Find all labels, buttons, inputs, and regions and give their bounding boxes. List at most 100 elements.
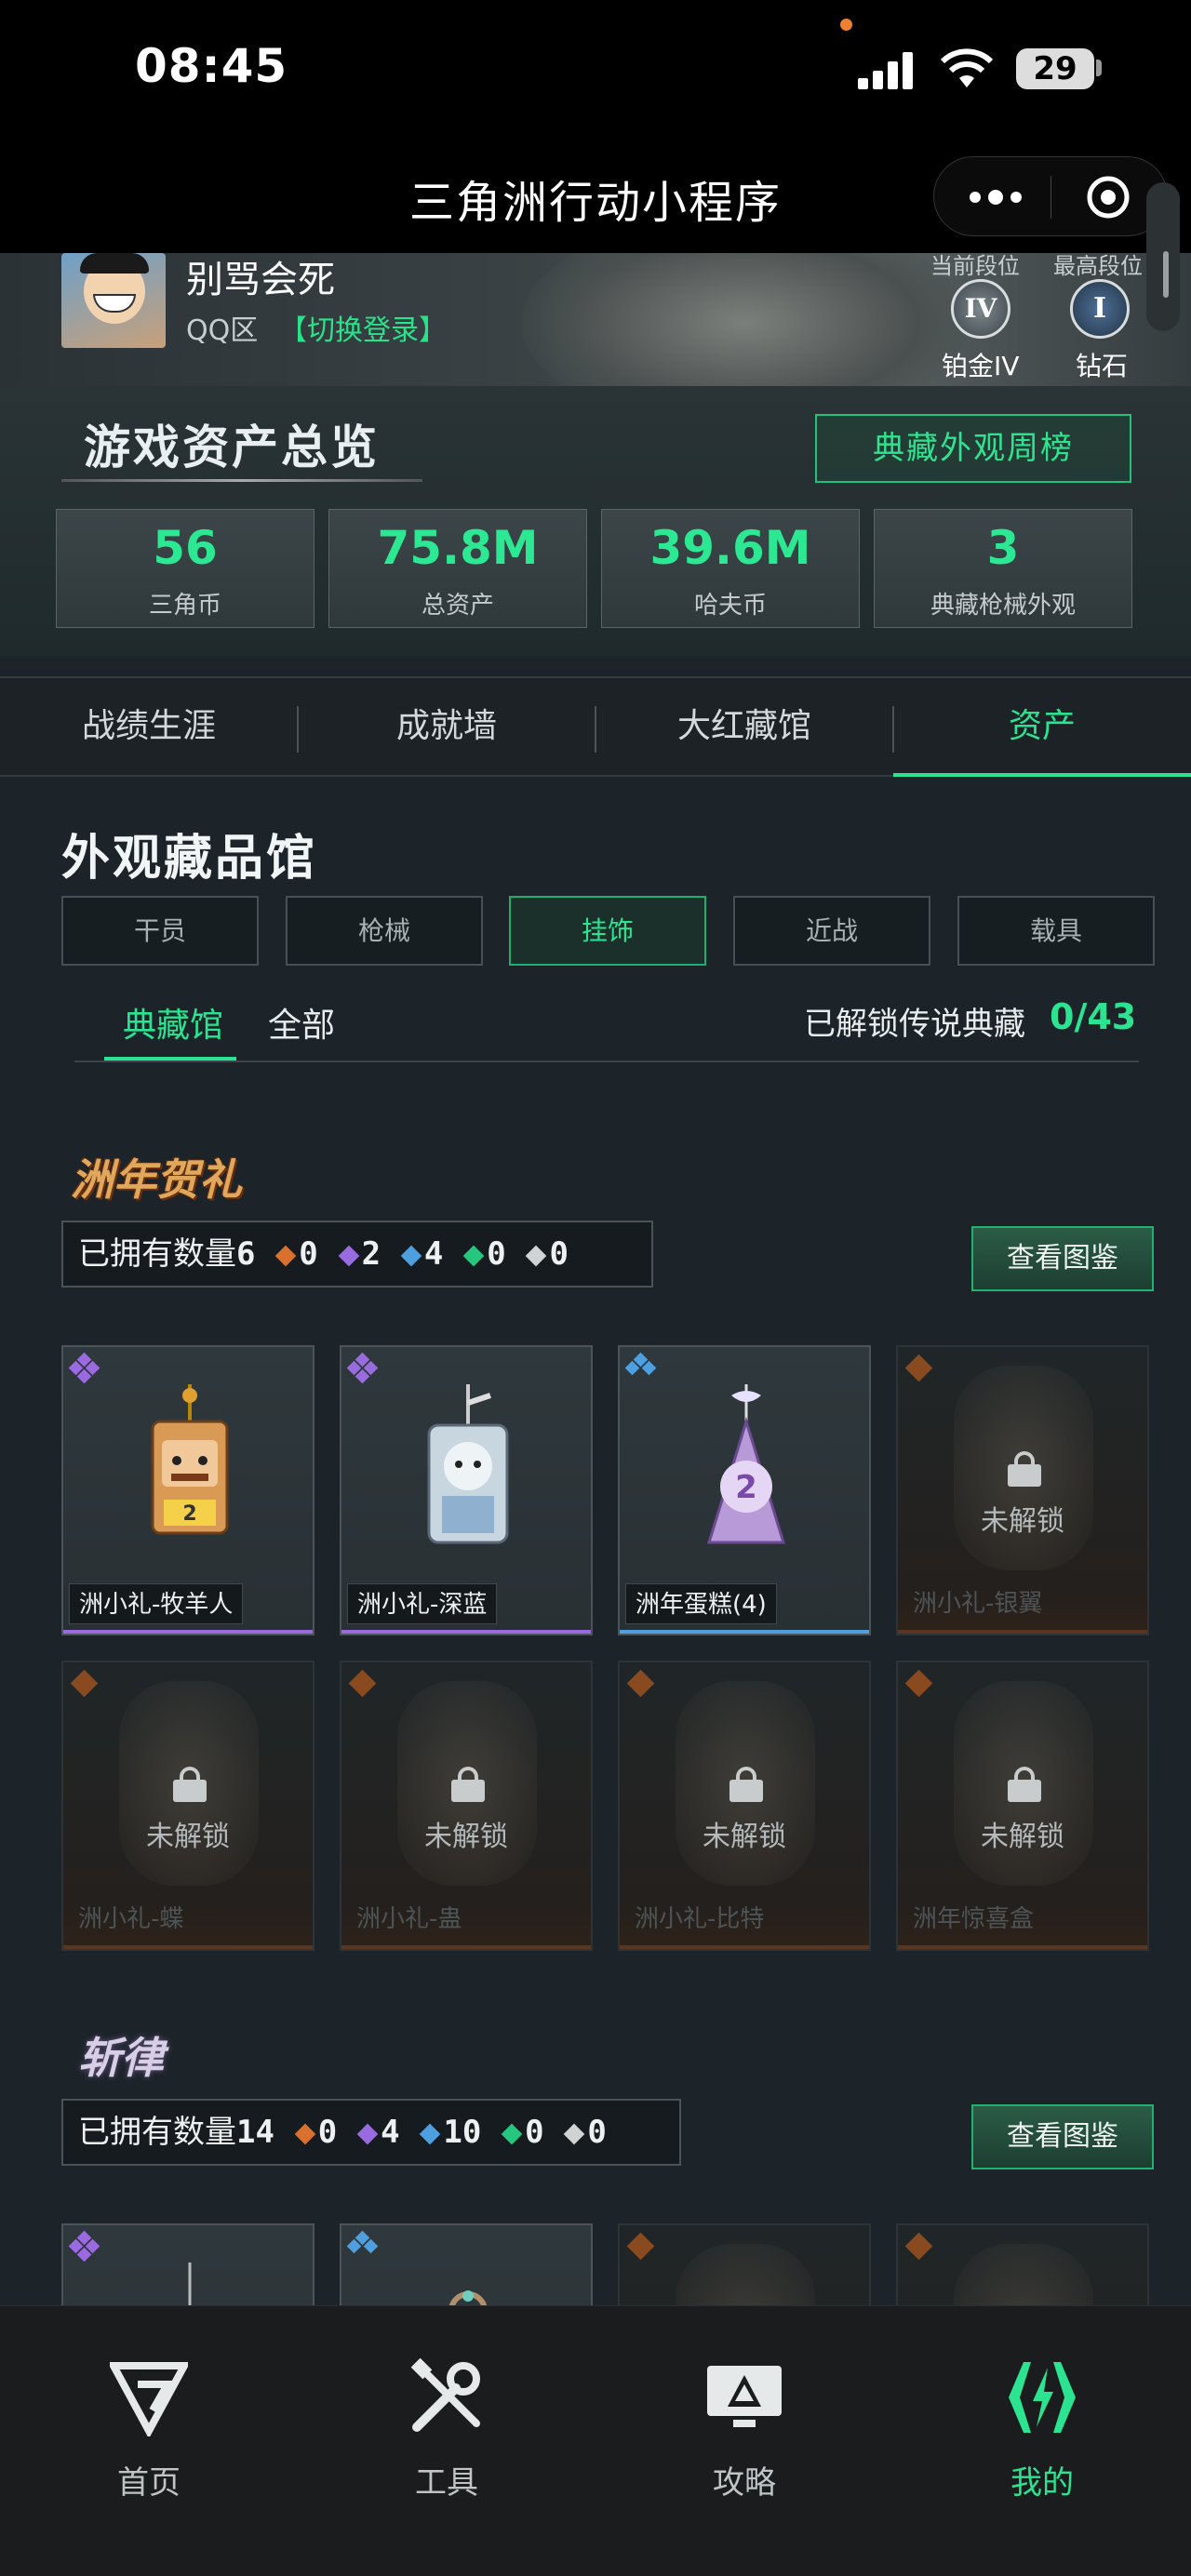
locked-label: 未解锁	[703, 1821, 786, 1853]
purple-count: 2	[361, 1235, 381, 1273]
blue-rarity-icon	[624, 1352, 657, 1381]
rarity-bar	[620, 1945, 869, 1949]
tab-indicator	[893, 773, 1191, 777]
purple-rarity-icon	[338, 1245, 359, 1266]
collection-card-locked[interactable]: 未解锁 洲小礼-银翼	[896, 1345, 1149, 1635]
diamond-rank-badge-icon: I	[1070, 279, 1130, 339]
stat-value: 39.6M	[649, 521, 811, 575]
collection-card[interactable]: 2 洲年蛋糕(4)	[618, 1345, 871, 1635]
nav-mine[interactable]: 我的	[893, 2306, 1191, 2502]
nav-label: 我的	[1010, 2464, 1074, 2502]
item-name: 洲小礼-深蓝	[347, 1583, 498, 1624]
item-name: 洲小礼-牧羊人	[69, 1583, 244, 1624]
tab-achievements[interactable]: 成就墙	[298, 678, 596, 775]
purple-count: 4	[381, 2114, 400, 2151]
owned-total: 6	[236, 1235, 256, 1273]
current-rank-label: 铂金IV	[942, 351, 1020, 381]
rarity-bar	[620, 1630, 869, 1634]
green-count: 0	[487, 1235, 506, 1273]
category-melee[interactable]: 近战	[733, 896, 930, 966]
view-catalog-button[interactable]: 查看图鉴	[971, 2104, 1154, 2169]
category-charms[interactable]: 挂饰	[509, 896, 706, 966]
rarity-bar	[898, 1630, 1147, 1634]
item-name: 洲小礼-比特	[635, 1905, 765, 1933]
collection-card[interactable]: 洲小礼-深蓝	[340, 1345, 593, 1635]
white-count: 0	[587, 2114, 607, 2151]
nav-tools[interactable]: 工具	[298, 2306, 596, 2502]
nav-guides[interactable]: 攻略	[596, 2306, 893, 2502]
stat-collector-skins: 3 典藏枪械外观	[874, 509, 1132, 628]
collection-card[interactable]: 2 洲小礼-牧羊人	[61, 1345, 314, 1635]
subtab-indicator	[104, 1057, 236, 1061]
wifi-icon	[940, 48, 994, 87]
current-rank-heading: 当前段位	[930, 253, 1020, 279]
legend-unlocked-label: 已解锁传说典藏	[804, 1006, 1025, 1043]
lock-icon	[173, 1767, 207, 1802]
anniversary-cake-charm-icon: 2	[706, 1384, 786, 1544]
rarity-bar	[898, 1945, 1147, 1949]
purple-rarity-icon	[68, 1352, 100, 1384]
owned-total: 14	[236, 2114, 274, 2151]
status-bar: 08:45 29	[0, 0, 1191, 140]
lock-icon	[729, 1767, 763, 1802]
blue-rarity-icon	[346, 2230, 379, 2259]
shepherd-charm-icon: 2	[151, 1384, 229, 1535]
avatar[interactable]	[61, 253, 166, 348]
rarity-bar	[341, 1945, 591, 1949]
orange-rarity-icon	[626, 1669, 655, 1698]
collection-card-locked[interactable]: 未解锁 洲年惊喜盒	[896, 1661, 1149, 1951]
stat-label: 总资产	[421, 592, 494, 620]
nav-home[interactable]: 首页	[0, 2306, 298, 2502]
deep-blue-charm-icon	[427, 1384, 509, 1544]
close-target-icon[interactable]	[1085, 174, 1131, 220]
lock-icon	[451, 1767, 485, 1802]
collection-card-locked[interactable]: 未解锁 洲小礼-比特	[618, 1661, 871, 1951]
orange-rarity-icon	[348, 1669, 377, 1698]
subtab-collection[interactable]: 典藏馆	[123, 998, 223, 1047]
lock-icon	[1008, 1451, 1041, 1487]
rarity-bar	[341, 1630, 591, 1634]
banner-art	[521, 253, 968, 386]
platinum-rank-badge-icon: IV	[951, 279, 1010, 339]
tab-red-vault[interactable]: 大红藏馆	[596, 678, 893, 775]
nav-label: 工具	[415, 2464, 478, 2502]
item-name: 洲年蛋糕(4)	[625, 1583, 777, 1624]
collection-card-locked[interactable]: 未解锁 洲小礼-蛊	[340, 1661, 593, 1951]
battery-icon: 29	[1016, 48, 1094, 89]
item-name: 洲年惊喜盒	[913, 1905, 1035, 1933]
tab-assets[interactable]: 资产	[893, 678, 1191, 775]
category-vehicles[interactable]: 载具	[957, 896, 1155, 966]
rarity-bar	[63, 1945, 313, 1949]
locked-label: 未解锁	[981, 1821, 1064, 1853]
category-operators[interactable]: 干员	[61, 896, 259, 966]
subtab-divider	[74, 1061, 1139, 1062]
owned-summary: 已拥有数量6 0 2 4 0 0	[61, 1221, 653, 1288]
purple-rarity-icon	[346, 1352, 379, 1384]
stat-label: 典藏枪械外观	[930, 592, 1076, 620]
stat-value: 3	[986, 521, 1020, 575]
rarity-bar	[63, 1630, 313, 1634]
more-dots-icon[interactable]	[968, 185, 1024, 209]
orange-rarity-icon	[626, 2232, 655, 2261]
locked-label: 未解锁	[424, 1821, 508, 1853]
weekly-ranking-button[interactable]: 典藏外观周榜	[815, 414, 1131, 483]
title-underline	[61, 479, 422, 482]
svg-text:2: 2	[735, 1469, 757, 1506]
blue-rarity-icon	[420, 2123, 441, 2144]
collection-card-locked[interactable]: 未解锁 洲小礼-蝶	[61, 1661, 314, 1951]
category-firearms[interactable]: 枪械	[286, 896, 483, 966]
switch-login-link[interactable]: 【切换登录】	[279, 307, 447, 348]
tab-career[interactable]: 战绩生涯	[0, 678, 298, 775]
bottom-nav: 首页 工具 攻略 我的	[0, 2305, 1191, 2576]
subtab-all[interactable]: 全部	[268, 998, 335, 1047]
scrollbar-thumb[interactable]	[1163, 251, 1169, 298]
monitor-guide-icon	[707, 2366, 782, 2427]
profile-banner: 别骂会死 QQ区 【切换登录】 当前段位 最高段位 IV I 铂金IV 钻石	[0, 253, 1191, 386]
orange-count: 0	[299, 1235, 318, 1273]
purple-rarity-icon	[356, 2123, 379, 2144]
login-zone: QQ区	[186, 314, 259, 347]
lock-icon	[1008, 1767, 1041, 1802]
view-catalog-button[interactable]: 查看图鉴	[971, 1226, 1154, 1291]
nav-label: 攻略	[713, 2464, 776, 2502]
white-rarity-icon	[526, 1245, 547, 1266]
